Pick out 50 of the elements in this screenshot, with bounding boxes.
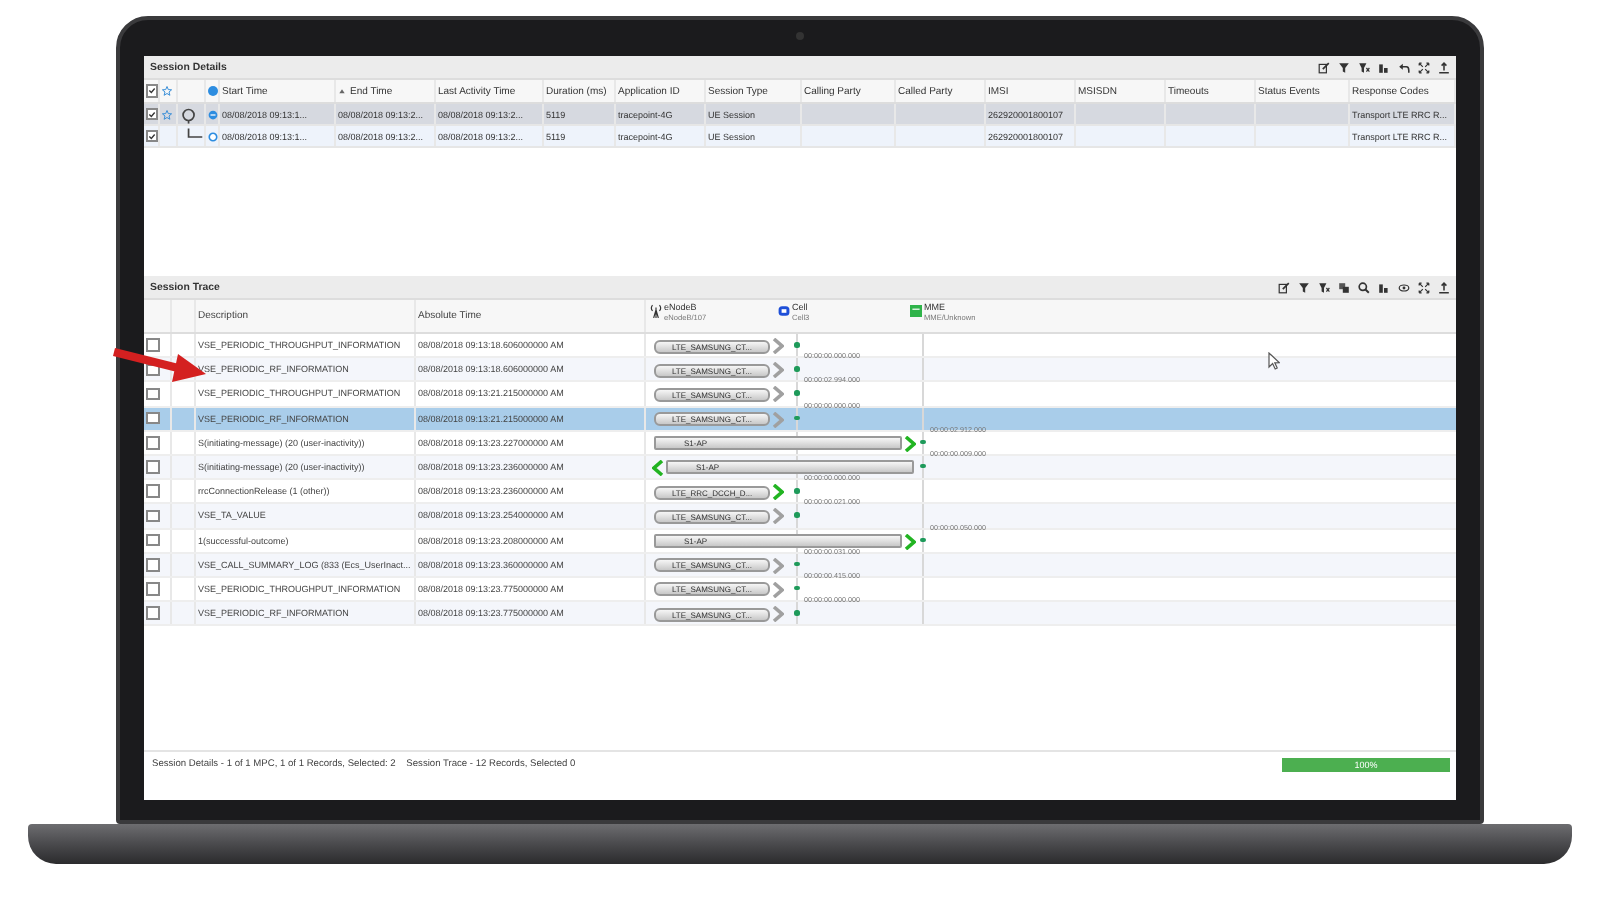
checkbox[interactable] <box>146 338 159 352</box>
columns-icon[interactable] <box>1378 61 1390 73</box>
checkbox[interactable] <box>146 387 159 401</box>
edit-icon[interactable] <box>1318 61 1330 73</box>
antenna-icon <box>650 304 662 318</box>
checkbox[interactable] <box>146 606 159 620</box>
checkbox[interactable] <box>146 129 158 143</box>
filter-icon[interactable] <box>1338 61 1350 73</box>
star-icon <box>162 86 172 96</box>
sort-arrow-icon[interactable] <box>338 87 346 95</box>
event-dot <box>794 561 799 567</box>
checkbox[interactable] <box>146 558 159 572</box>
checkbox[interactable] <box>146 484 159 498</box>
eye-icon[interactable] <box>1398 281 1410 293</box>
event-dot <box>920 463 925 469</box>
session-icon <box>208 109 218 119</box>
session-icon <box>208 131 218 141</box>
event-dot <box>794 488 799 494</box>
filter-clear-icon[interactable] <box>1318 281 1330 293</box>
checkbox[interactable] <box>146 533 159 547</box>
cursor-icon <box>1268 352 1280 370</box>
filter-clear-icon[interactable] <box>1358 61 1370 73</box>
event-dot <box>920 439 925 445</box>
event-dot <box>794 610 799 616</box>
edit-icon[interactable] <box>1278 281 1290 293</box>
checkbox[interactable] <box>146 509 159 523</box>
undo-icon[interactable] <box>1398 61 1410 73</box>
event-dot <box>794 366 799 372</box>
checkbox[interactable] <box>146 436 159 450</box>
event-dot <box>794 390 799 396</box>
layers-icon[interactable] <box>1338 281 1350 293</box>
event-dot <box>794 585 799 591</box>
event-dot <box>794 342 799 347</box>
checkbox[interactable] <box>146 84 158 98</box>
export-icon[interactable] <box>1438 281 1450 293</box>
expand-icon[interactable] <box>1418 281 1430 293</box>
event-dot <box>920 537 925 542</box>
checkbox[interactable] <box>146 582 159 596</box>
checkbox[interactable] <box>146 107 158 121</box>
checkbox[interactable] <box>146 460 159 474</box>
checkbox[interactable] <box>146 411 159 425</box>
export-icon[interactable] <box>1438 61 1450 73</box>
columns-icon[interactable] <box>1378 281 1390 293</box>
event-dot <box>794 512 799 518</box>
event-dot <box>794 415 799 421</box>
status-dot-icon <box>208 86 218 96</box>
expand-icon[interactable] <box>1418 61 1430 73</box>
star-icon[interactable] <box>162 109 172 119</box>
filter-icon[interactable] <box>1298 281 1310 293</box>
search-icon[interactable] <box>1358 281 1370 293</box>
